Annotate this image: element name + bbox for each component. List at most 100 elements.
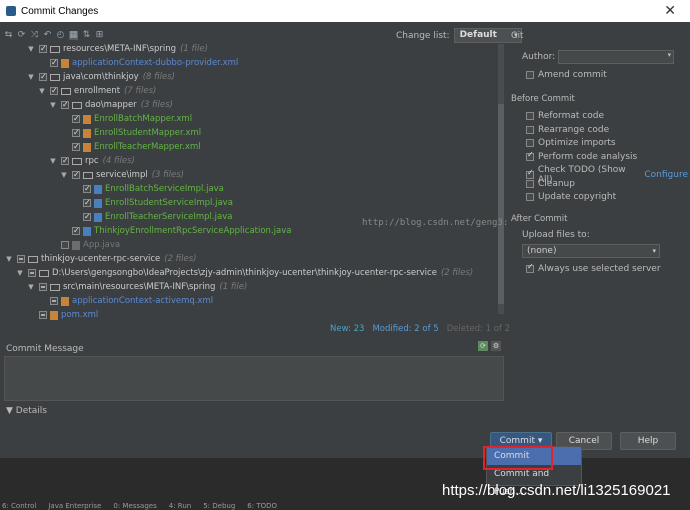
row-checkbox[interactable] [72,168,80,182]
always-selected-option[interactable]: Always use selected server [526,262,661,274]
chevron-down-icon[interactable]: ▼ [26,280,36,294]
tree-item-label: thinkjoy-ucenter-rpc-service [41,254,161,264]
tree-row[interactable]: ▼ thinkjoy-ucenter-rpc-service (2 files) [4,252,504,266]
amend-commit-option[interactable]: Amend commit [526,70,607,80]
before-commit-title: Before Commit [511,94,575,104]
chevron-down-icon[interactable]: ▼ [37,84,47,98]
tree-row[interactable]: ▼ rpc(4 files) [4,154,504,168]
chevron-down-icon[interactable]: ▼ [26,42,36,56]
upload-row: (none) ▾ [522,244,660,258]
option-checkbox[interactable] [526,179,534,188]
diff-icon[interactable]: ⇆ [4,30,13,40]
help-button[interactable]: Help [620,432,676,450]
tree-row[interactable]: ▼ src\main\resources\META-INF\spring (1 fi… [4,280,504,294]
before-commit-option[interactable]: Perform code analysis [526,150,637,162]
changes-tree[interactable]: ▼resources\META-INF\spring(1 file)applic… [4,42,504,322]
before-commit-option[interactable]: Reformat code [526,111,604,121]
row-checkbox[interactable] [72,140,80,154]
tree-row[interactable]: EnrollBatchMapper.xml [4,112,504,126]
history-icon[interactable]: ◴ [56,30,65,40]
row-checkbox[interactable] [61,98,69,112]
revert-icon[interactable]: ↶ [43,30,52,40]
commit-message-input[interactable] [4,356,504,401]
move-icon[interactable]: ⤨ [30,30,39,40]
status-modified[interactable]: Modified: 2 of 5 [372,324,438,334]
chevron-down-icon[interactable]: ▼ [48,154,58,168]
option-checkbox[interactable] [526,125,534,134]
configure-link[interactable]: Configure [644,170,688,180]
file-icon [72,240,80,250]
row-checkbox[interactable] [50,297,58,305]
tree-row[interactable]: ▼ D:\Users\gengsongbo\IdeaProjects\zjy-ad… [4,266,504,280]
tool-tab[interactable]: 5: Debug [203,502,235,510]
row-checkbox[interactable] [50,56,58,70]
tree-row[interactable]: ▼ dao\mapper(3 files) [4,98,504,112]
before-commit-option[interactable]: Optimize imports [526,138,616,148]
row-checkbox[interactable] [39,42,47,56]
option-checkbox[interactable] [526,112,534,120]
row-checkbox[interactable] [50,84,58,98]
row-checkbox[interactable] [39,70,47,84]
refresh-icon[interactable]: ⟳ [17,30,26,40]
expand-icon[interactable]: ⊞ [95,30,104,40]
tree-item-label: rpc [85,156,99,166]
tree-row[interactable]: EnrollBatchServiceImpl.java [4,182,504,196]
tool-tab[interactable]: 4: Run [169,502,191,510]
author-input[interactable]: ▾ [558,50,675,64]
before-commit-option[interactable]: Rearrange code [526,125,609,135]
file-count: (8 files) [142,72,175,82]
tool-tab[interactable]: 6: TODO [247,502,277,510]
tool-tab[interactable]: Java Enterprise [48,502,101,510]
tree-row[interactable]: ▼ service\impl(3 files) [4,168,504,182]
tree-row[interactable]: applicationContext-activemq.xml [4,294,504,308]
option-checkbox[interactable] [526,150,534,161]
upload-server-select[interactable]: (none) ▾ [522,244,660,258]
tree-item-label: src\main\resources\META-INF\spring [63,282,216,292]
tree-row[interactable]: applicationContext-dubbo-provider.xml [4,56,504,70]
chevron-down-icon[interactable]: ▼ [4,252,14,266]
tree-row[interactable]: EnrollStudentMapper.xml [4,126,504,140]
row-checkbox[interactable] [83,182,91,196]
settings-icon[interactable]: ⚙ [491,341,501,351]
group-icon[interactable]: ▦ [69,30,78,40]
chevron-down-icon[interactable]: ▼ [15,266,25,280]
recent-messages-icon[interactable]: ⟳ [478,341,488,351]
row-checkbox[interactable] [72,224,80,238]
tree-row[interactable]: pom.xml [4,308,504,322]
before-commit-option[interactable]: Cleanup [526,179,575,189]
chevron-down-icon: ▾ [652,247,656,255]
details-toggle[interactable]: ▼ Details [6,406,47,416]
before-commit-option[interactable]: Update copyright [526,192,616,202]
row-checkbox[interactable] [61,241,69,249]
sort-icon[interactable]: ⇅ [82,30,91,40]
tree-row[interactable]: App.java [4,238,504,252]
tool-tab[interactable]: 0: Messages [113,502,156,510]
amend-checkbox[interactable] [526,71,534,79]
tool-tab[interactable]: 6: Control [2,502,36,510]
chevron-down-icon: ▾ [667,51,672,59]
scroll-thumb[interactable] [498,104,504,304]
row-checkbox[interactable] [39,311,47,319]
always-selected-checkbox[interactable] [526,262,534,273]
chevron-down-icon[interactable]: ▼ [26,70,36,84]
row-checkbox[interactable] [39,283,47,291]
row-checkbox[interactable] [28,269,36,277]
tree-row[interactable]: EnrollStudentServiceImpl.java [4,196,504,210]
option-checkbox[interactable] [526,139,534,147]
option-checkbox[interactable] [526,193,534,201]
chevron-down-icon[interactable]: ▼ [59,168,69,182]
row-checkbox[interactable] [61,154,69,168]
close-icon[interactable]: ✕ [664,3,676,19]
row-checkbox[interactable] [83,196,91,210]
changelist-label: Change list: [396,30,450,41]
row-checkbox[interactable] [83,210,91,224]
chevron-down-icon[interactable]: ▼ [48,98,58,112]
row-checkbox[interactable] [17,255,25,263]
row-checkbox[interactable] [72,126,80,140]
tree-row[interactable]: ▼ enrollment(7 files) [4,84,504,98]
tree-row[interactable]: ▼ resources\META-INF\spring(1 file) [4,42,504,56]
tree-scrollbar[interactable] [498,44,504,314]
row-checkbox[interactable] [72,112,80,126]
tree-row[interactable]: EnrollTeacherMapper.xml [4,140,504,154]
tree-row[interactable]: ▼ java\com\thinkjoy(8 files) [4,70,504,84]
